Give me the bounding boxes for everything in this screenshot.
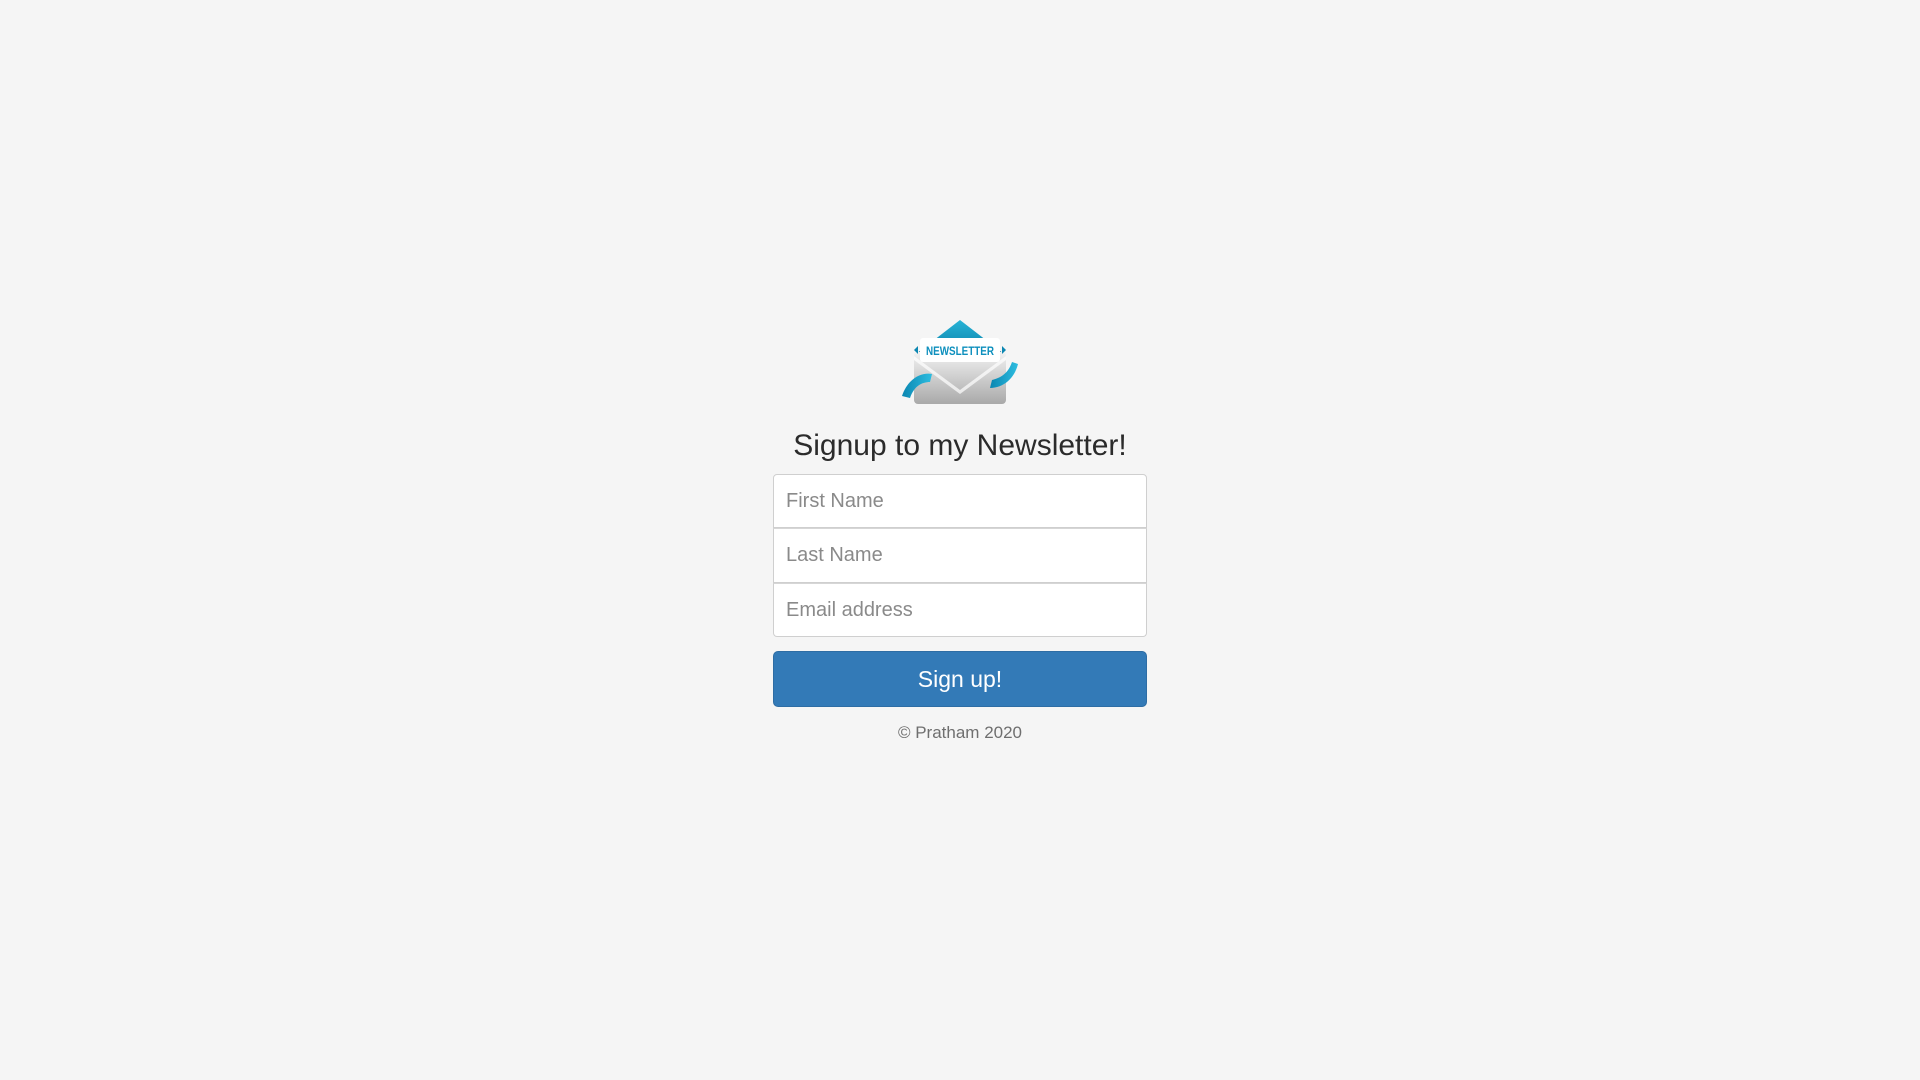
input-group [773,474,1147,637]
logo-text: NEWSLETTER [926,344,994,358]
page-title: Signup to my Newsletter! [793,429,1127,462]
last-name-input[interactable] [773,528,1147,583]
first-name-input[interactable] [773,474,1147,528]
page: NEWSLETTER Signup to my Newsletter! Sign… [0,0,1920,1080]
email-input[interactable] [773,583,1147,637]
signup-button[interactable]: Sign up! [773,651,1147,707]
newsletter-envelope-icon: NEWSLETTER [902,320,1018,404]
signup-form: NEWSLETTER Signup to my Newsletter! Sign… [773,316,1147,760]
copyright-text: © Pratham 2020 [897,723,1023,742]
